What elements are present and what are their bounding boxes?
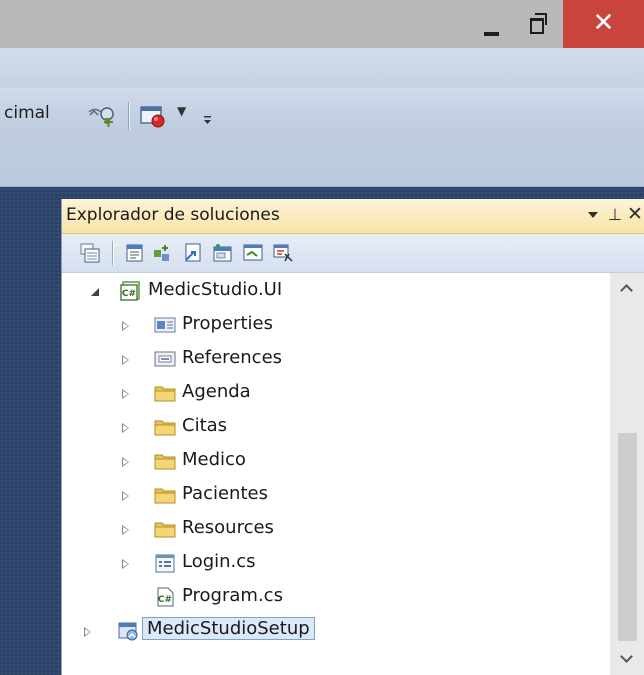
- solution-explorer-panel: Explorador de soluciones ⊥ ✕ C# MedicStu…: [61, 199, 644, 675]
- tree-node-label: Pacientes: [182, 483, 268, 504]
- csharp-file-icon: C#: [157, 587, 174, 607]
- solution-explorer-header[interactable]: Explorador de soluciones ⊥ ✕: [62, 199, 644, 234]
- toolbar-overflow-icon[interactable]: [203, 110, 212, 126]
- svg-text:C#: C#: [158, 595, 172, 605]
- view-code-icon[interactable]: [182, 242, 204, 264]
- tree-node-label: Resources: [182, 517, 274, 538]
- collapse-arrow-icon[interactable]: [122, 559, 129, 569]
- collapse-arrow-icon[interactable]: [122, 321, 129, 331]
- collapse-arrow-icon[interactable]: [122, 389, 129, 399]
- window-position-dropdown-icon[interactable]: [588, 212, 598, 218]
- scroll-up-button[interactable]: [610, 273, 644, 303]
- view-class-icon[interactable]: [272, 242, 294, 264]
- tree-node-folder[interactable]: Citas: [62, 411, 610, 443]
- folder-icon: [154, 522, 176, 538]
- scroll-down-button[interactable]: [610, 645, 644, 675]
- menu-bar: [0, 48, 644, 88]
- collapse-arrow-icon[interactable]: [84, 627, 91, 637]
- close-window-button[interactable]: ✕: [563, 0, 644, 48]
- folder-icon: [154, 420, 176, 436]
- tree-node-file[interactable]: Login.cs: [62, 547, 610, 579]
- tree-node-label: Agenda: [182, 381, 251, 402]
- tree-node-label: Program.cs: [182, 585, 283, 606]
- scroll-thumb[interactable]: [618, 433, 637, 641]
- pin-icon[interactable]: ⊥: [608, 205, 622, 224]
- folder-icon: [154, 386, 176, 402]
- tree-node-label: Medico: [182, 449, 246, 470]
- folder-icon: [154, 488, 176, 504]
- tree-node-label: Login.cs: [182, 551, 256, 572]
- tree-node-label: MedicStudioSetup: [142, 617, 315, 640]
- collapse-arrow-icon[interactable]: [122, 423, 129, 433]
- panel-title: Explorador de soluciones: [66, 205, 280, 225]
- collapse-arrow-icon[interactable]: [122, 355, 129, 365]
- toolbar-separator: [112, 241, 113, 265]
- collapse-arrow-icon[interactable]: [122, 525, 129, 535]
- references-icon: [154, 351, 176, 367]
- folder-icon: [154, 454, 176, 470]
- setup-project-icon: [118, 622, 138, 641]
- tree-node-folder[interactable]: Agenda: [62, 377, 610, 409]
- restore-icon: [530, 18, 544, 34]
- tree-node-properties[interactable]: Properties: [62, 309, 610, 341]
- window-title-bar: ✕: [0, 0, 644, 48]
- close-icon[interactable]: ✕: [627, 203, 643, 225]
- form-file-icon: [155, 554, 175, 573]
- expand-arrow-icon[interactable]: [91, 288, 99, 296]
- collapse-arrow-icon[interactable]: [122, 457, 129, 467]
- tree-node-references[interactable]: References: [62, 343, 610, 375]
- tree-node-folder[interactable]: Pacientes: [62, 479, 610, 511]
- tree-node-label: MedicStudio.UI: [148, 279, 283, 300]
- svg-text:C#: C#: [122, 289, 136, 299]
- collapse-arrow-icon[interactable]: [122, 491, 129, 501]
- toolbar-partial-label: cimal: [4, 103, 50, 123]
- csharp-project-icon: C#: [120, 281, 140, 301]
- properties-window-icon[interactable]: [79, 242, 101, 264]
- tree-node-setup-project[interactable]: MedicStudioSetup: [62, 615, 610, 647]
- breakpoint-icon[interactable]: [139, 104, 167, 128]
- search-binoculars-icon[interactable]: [87, 103, 117, 127]
- minimize-icon: [484, 32, 499, 36]
- solution-explorer-toolbar: [62, 234, 644, 273]
- vertical-scrollbar[interactable]: [610, 273, 644, 675]
- tree-node-folder[interactable]: Resources: [62, 513, 610, 545]
- minimize-button[interactable]: [468, 0, 516, 48]
- tree-node-file[interactable]: C# Program.cs: [62, 581, 610, 613]
- properties-icon: [154, 317, 176, 333]
- tree-node-label: References: [182, 347, 283, 368]
- solution-tree: C# MedicStudio.UI Properties References: [62, 273, 610, 675]
- refresh-icon[interactable]: [152, 242, 174, 264]
- show-all-files-icon[interactable]: [124, 242, 146, 264]
- tree-node-folder[interactable]: Medico: [62, 445, 610, 477]
- view-designer-icon[interactable]: [212, 242, 234, 264]
- close-icon: ✕: [592, 8, 615, 38]
- class-diagram-icon[interactable]: [242, 242, 264, 264]
- toolbar-separator: [128, 102, 129, 130]
- tree-node-label: Properties: [182, 313, 273, 334]
- tree-node-label: Citas: [182, 415, 228, 436]
- restore-button[interactable]: [516, 0, 563, 48]
- tree-node-project[interactable]: C# MedicStudio.UI: [62, 275, 610, 307]
- dropdown-arrow-icon[interactable]: ▼: [177, 104, 186, 118]
